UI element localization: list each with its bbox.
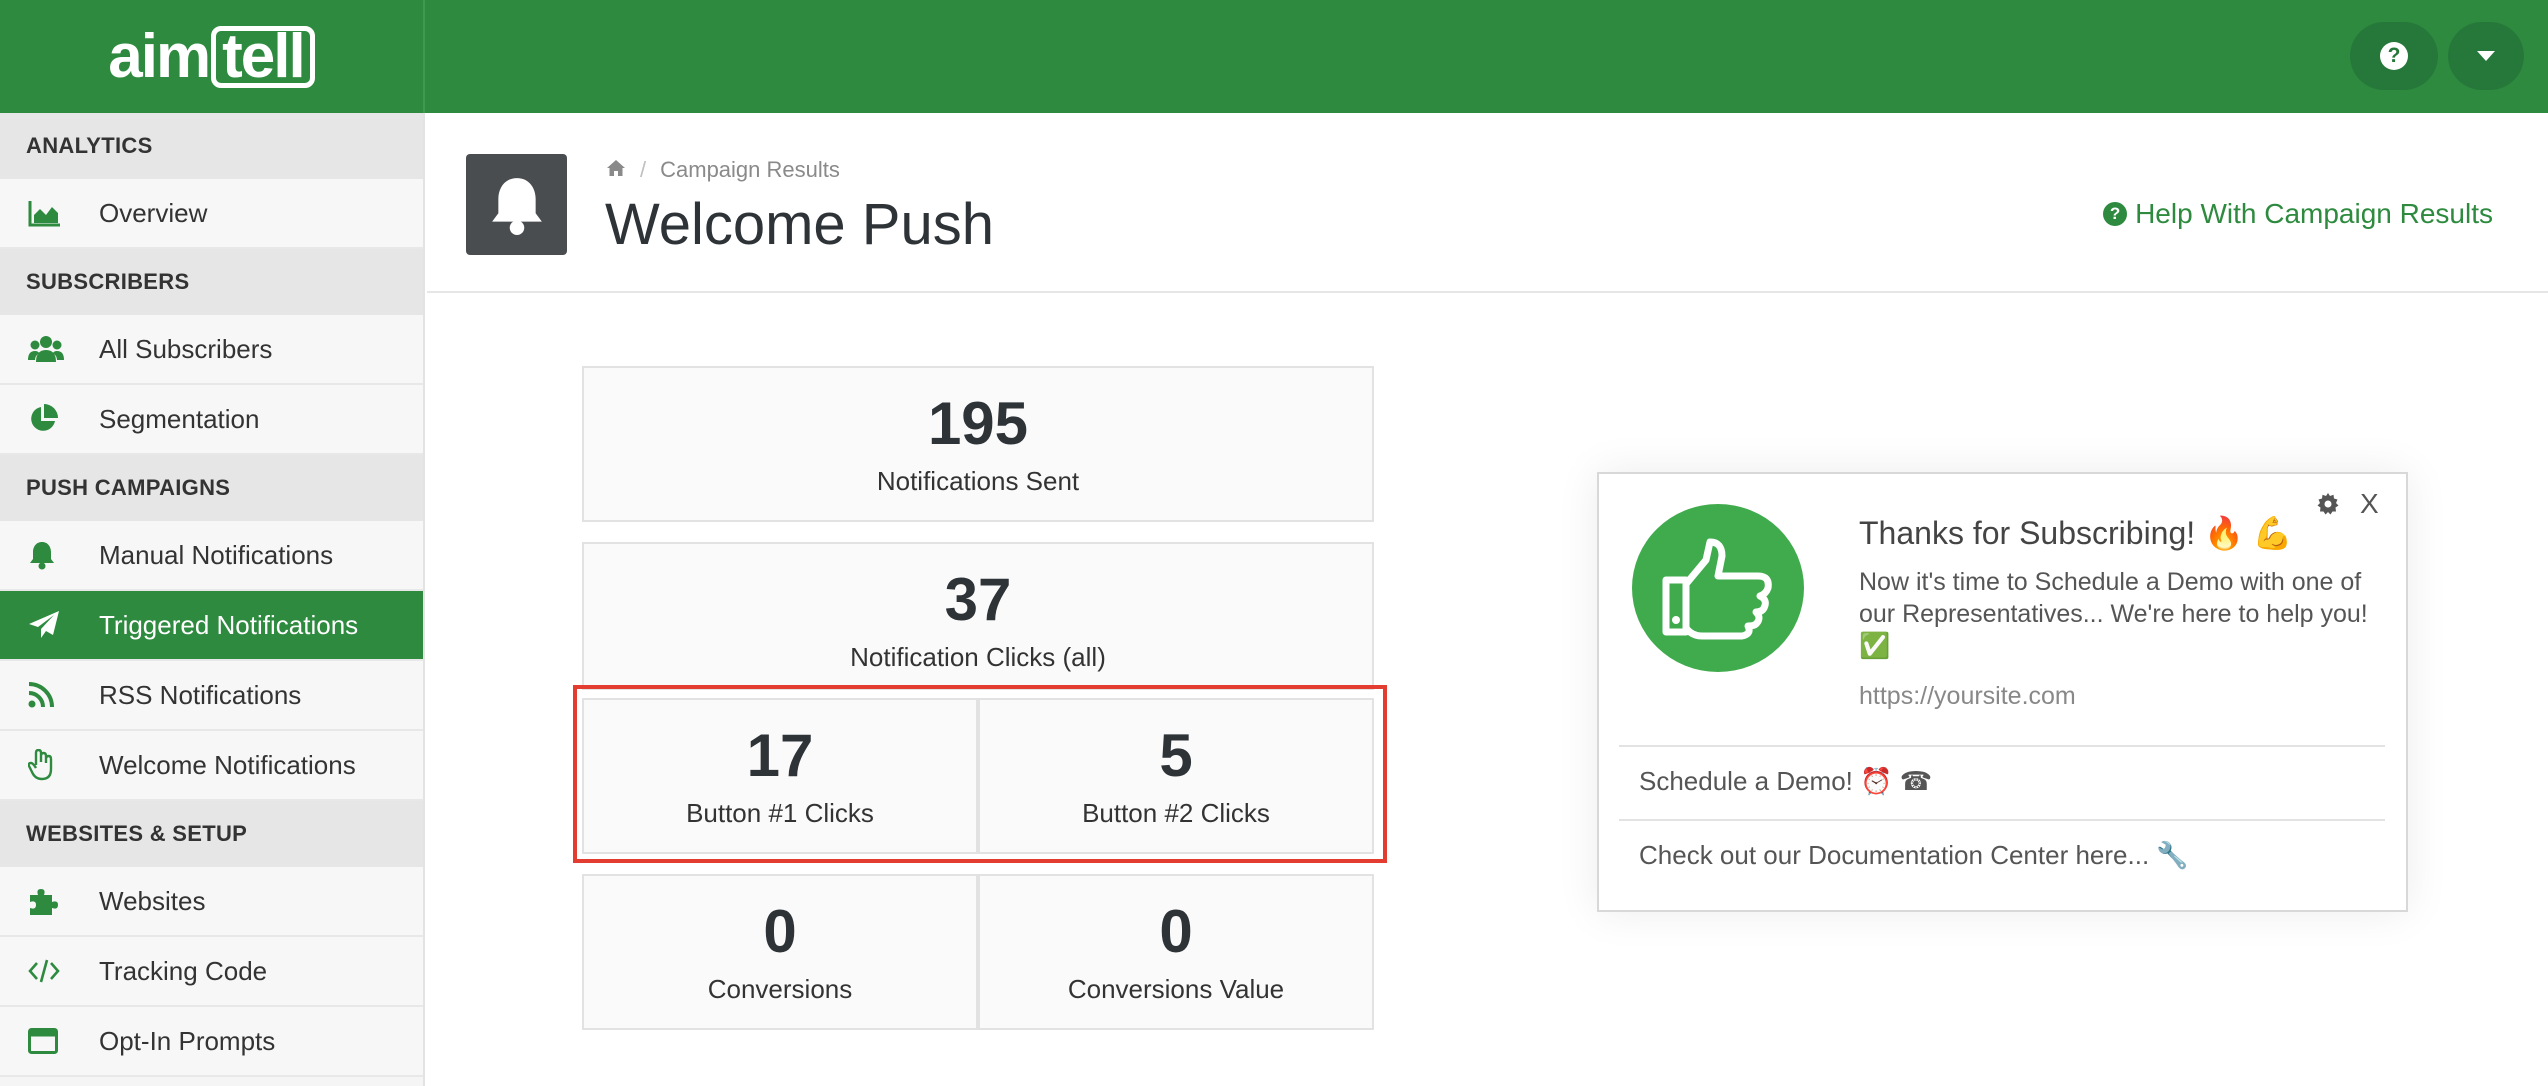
sidebar-item-label: Overview bbox=[99, 197, 208, 228]
area-chart-icon bbox=[0, 199, 99, 227]
question-circle-icon: ? bbox=[2103, 202, 2128, 226]
preview-body: Now it's time to Schedule a Demo with on… bbox=[1859, 568, 2368, 660]
thumbs-up-icon bbox=[1632, 504, 1804, 672]
close-button[interactable]: X bbox=[2360, 488, 2379, 520]
sidebar-section-subscribers: SUBSCRIBERS bbox=[0, 249, 423, 315]
breadcrumb-current: Campaign Results bbox=[660, 157, 840, 182]
sidebar-item-label: Websites bbox=[99, 885, 206, 916]
logo[interactable]: aim tell bbox=[0, 0, 425, 113]
sidebar-section-push-campaigns: PUSH CAMPAIGNS bbox=[0, 455, 423, 521]
sidebar-item-all-subscribers[interactable]: All Subscribers bbox=[0, 315, 423, 385]
stat-notification-clicks: 37 Notification Clicks (all) bbox=[582, 542, 1374, 690]
sidebar-item-label: Opt-In Prompts bbox=[99, 1025, 276, 1056]
waving-hand-icon bbox=[0, 749, 99, 781]
page-title: Welcome Push bbox=[605, 192, 994, 257]
sidebar-item-label: Segmentation bbox=[99, 403, 260, 434]
stat-label: Notifications Sent bbox=[876, 466, 1080, 496]
stat-label: Conversions Value bbox=[1067, 974, 1285, 1004]
divider bbox=[1619, 745, 2385, 747]
sidebar-item-label: Welcome Notifications bbox=[99, 749, 356, 780]
home-icon[interactable] bbox=[606, 157, 626, 183]
stat-notifications-sent: 195 Notifications Sent bbox=[582, 366, 1374, 522]
caret-down-icon bbox=[2477, 51, 2495, 61]
paper-plane-icon bbox=[0, 610, 99, 640]
gear-icon[interactable] bbox=[2316, 492, 2340, 521]
sidebar-item-websites[interactable]: Websites bbox=[0, 867, 423, 937]
sidebar-item-label: All Subscribers bbox=[99, 333, 273, 364]
help-link-label: Help With Campaign Results bbox=[2135, 198, 2493, 229]
stat-value: 195 bbox=[927, 390, 1029, 457]
breadcrumb-separator: / bbox=[640, 157, 647, 182]
sidebar-section-analytics: ANALYTICS bbox=[0, 113, 423, 179]
page-header: / Campaign Results Welcome Push ? Help W… bbox=[427, 113, 2548, 293]
top-bar: aim tell ? bbox=[0, 0, 2548, 113]
users-icon bbox=[0, 335, 99, 363]
preview-title: Thanks for Subscribing! 🔥 💪 bbox=[1859, 515, 2293, 551]
stat-value: 0 bbox=[1159, 898, 1193, 965]
preview-url: https://yoursite.com bbox=[1859, 682, 2076, 710]
campaign-bell-icon bbox=[466, 154, 567, 255]
sidebar-item-tracking-code[interactable]: Tracking Code bbox=[0, 937, 423, 1007]
help-button[interactable]: ? bbox=[2350, 22, 2438, 90]
sidebar-item-label: Tracking Code bbox=[99, 955, 268, 986]
logo-text: aim tell bbox=[108, 21, 315, 92]
sidebar-item-manual-notifications[interactable]: Manual Notifications bbox=[0, 521, 423, 591]
code-icon bbox=[0, 959, 99, 983]
button-clicks-highlight bbox=[573, 685, 1387, 863]
stat-label: Notification Clicks (all) bbox=[850, 642, 1106, 672]
sidebar-item-opt-in-prompts[interactable]: Opt-In Prompts bbox=[0, 1007, 423, 1077]
sidebar-item-label: RSS Notifications bbox=[99, 679, 302, 710]
account-dropdown-button[interactable] bbox=[2448, 22, 2524, 90]
sidebar-item-label: Triggered Notifications bbox=[99, 609, 359, 640]
sidebar-item-segmentation[interactable]: Segmentation bbox=[0, 385, 423, 455]
stat-conversions-value: 0 Conversions Value bbox=[978, 874, 1374, 1030]
stat-value: 37 bbox=[944, 566, 1012, 633]
stat-label: Conversions bbox=[707, 974, 853, 1004]
question-circle-icon: ? bbox=[2380, 42, 2408, 70]
notification-preview: Thanks for Subscribing! 🔥 💪 Now it's tim… bbox=[1597, 472, 2408, 912]
preview-action-button-2[interactable]: Check out our Documentation Center here.… bbox=[1639, 840, 2189, 871]
sidebar-item-welcome-notifications[interactable]: Welcome Notifications bbox=[0, 731, 423, 801]
pie-chart-icon bbox=[0, 404, 99, 434]
sidebar-item-rss-notifications[interactable]: RSS Notifications bbox=[0, 661, 423, 731]
logo-prefix: aim bbox=[108, 22, 211, 91]
preview-action-button-1[interactable]: Schedule a Demo! ⏰ ☎ bbox=[1639, 766, 1932, 797]
window-icon bbox=[0, 1028, 99, 1054]
sidebar-item-overview[interactable]: Overview bbox=[0, 179, 423, 249]
stat-conversions: 0 Conversions bbox=[582, 874, 978, 1030]
puzzle-icon bbox=[0, 886, 99, 916]
sidebar-section-websites-setup: WEBSITES & SETUP bbox=[0, 801, 423, 867]
breadcrumb: / Campaign Results bbox=[606, 157, 840, 183]
sidebar-item-label: Manual Notifications bbox=[99, 539, 334, 570]
sidebar: ANALYTICS Overview SUBSCRIBERS All Subsc… bbox=[0, 113, 425, 1086]
help-campaign-results-link[interactable]: ? Help With Campaign Results bbox=[2103, 198, 2493, 230]
divider bbox=[1619, 819, 2385, 821]
rss-icon bbox=[0, 682, 99, 708]
sidebar-item-triggered-notifications[interactable]: Triggered Notifications bbox=[0, 591, 423, 661]
bell-icon bbox=[0, 540, 99, 570]
stat-value: 0 bbox=[763, 898, 797, 965]
logo-suffix: tell bbox=[211, 26, 315, 88]
